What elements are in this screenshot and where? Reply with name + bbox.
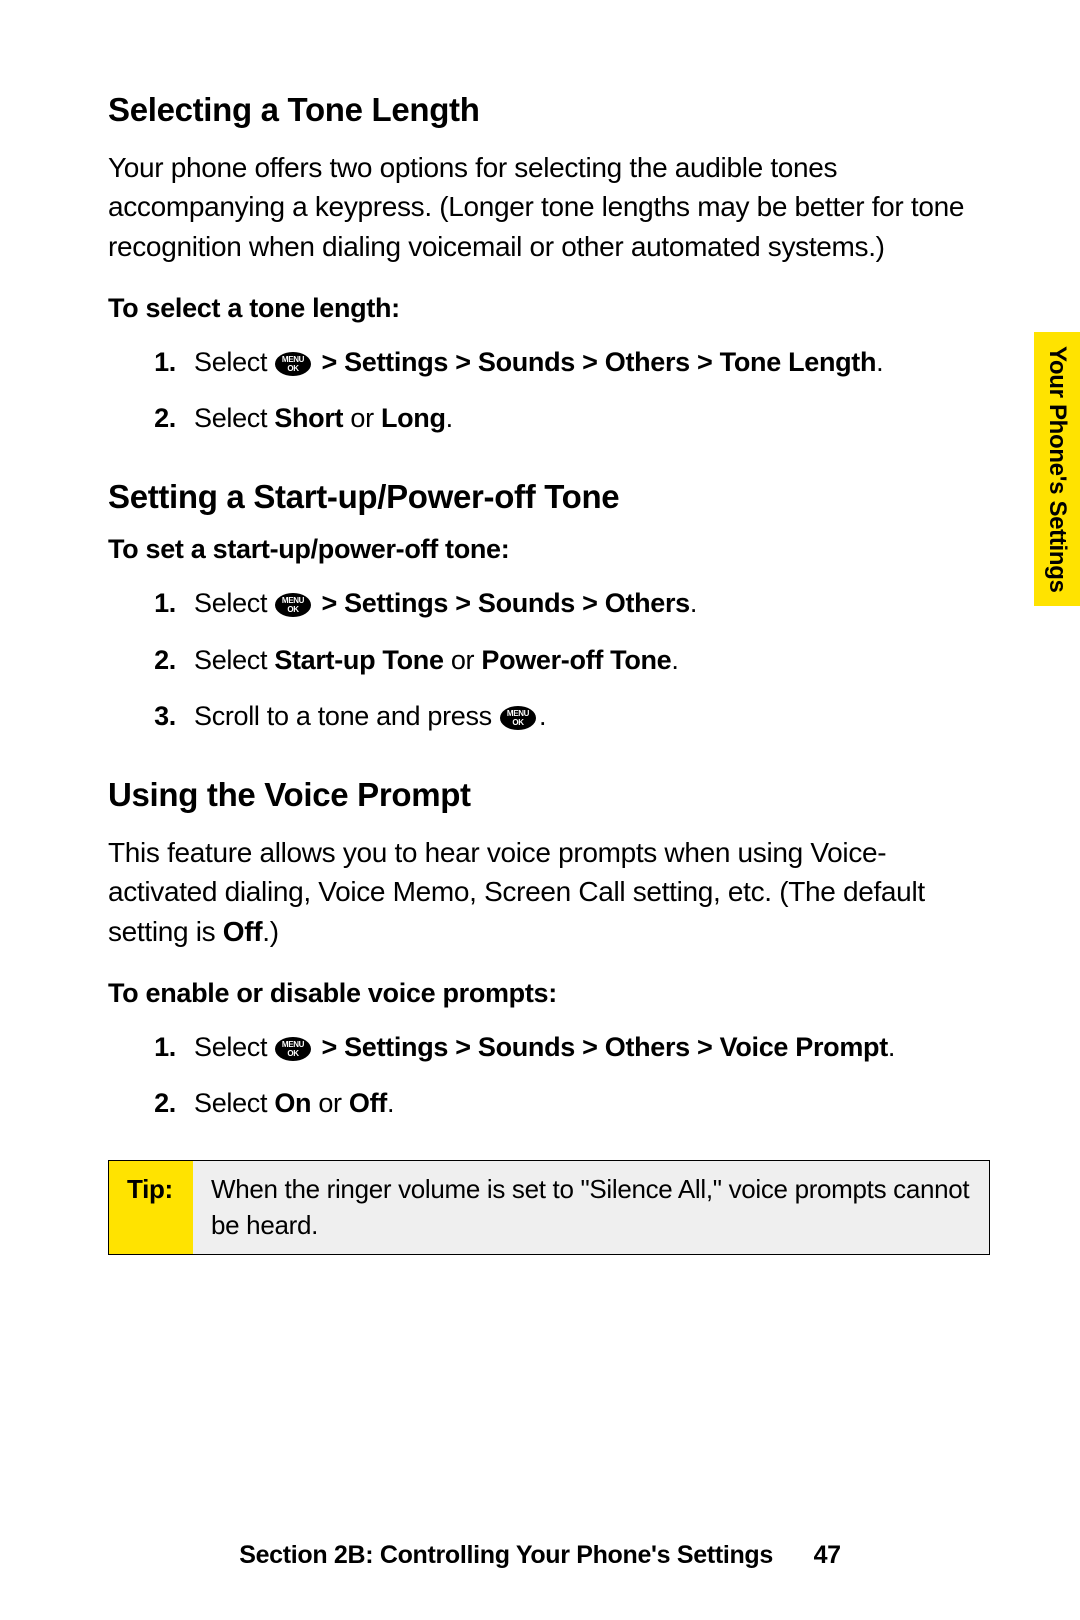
step-body: Select Short or Long. (194, 398, 990, 439)
heading-tone-length: Selecting a Tone Length (108, 90, 990, 130)
steps-tone-length: 1. Select MENUOK > Settings > Sounds > O… (108, 342, 990, 439)
steps-voice-prompt: 1. Select MENUOK > Settings > Sounds > O… (108, 1027, 990, 1124)
menu-ok-icon: MENUOK (274, 1036, 312, 1062)
page-footer: Section 2B: Controlling Your Phone's Set… (0, 1541, 1080, 1570)
menu-ok-icon: MENUOK (499, 705, 537, 731)
section-tab: Your Phone's Settings (1034, 332, 1080, 606)
step-number: 2. (108, 640, 194, 681)
step-body: Select MENUOK > Settings > Sounds > Othe… (194, 583, 990, 624)
para-voice-prompt: This feature allows you to hear voice pr… (108, 833, 990, 952)
step: 2. Select On or Off. (108, 1083, 990, 1124)
step-number: 1. (108, 583, 194, 624)
step: 1. Select MENUOK > Settings > Sounds > O… (108, 342, 990, 383)
step: 1. Select MENUOK > Settings > Sounds > O… (108, 583, 990, 624)
step-number: 2. (108, 1083, 194, 1124)
step: 1. Select MENUOK > Settings > Sounds > O… (108, 1027, 990, 1068)
menu-ok-icon: MENUOK (274, 592, 312, 618)
svg-text:MENU: MENU (282, 596, 305, 605)
tip-body: When the ringer volume is set to "Silenc… (193, 1161, 989, 1254)
step-number: 2. (108, 398, 194, 439)
menu-ok-icon: MENUOK (274, 351, 312, 377)
step: 3. Scroll to a tone and press MENUOK. (108, 696, 990, 737)
step-number: 1. (108, 342, 194, 383)
heading-startup-tone: Setting a Start-up/Power-off Tone (108, 477, 990, 517)
section-startup-tone: Setting a Start-up/Power-off Tone To set… (108, 477, 990, 737)
svg-text:OK: OK (288, 605, 300, 614)
para-tone-length: Your phone offers two options for select… (108, 148, 990, 267)
tip-box: Tip: When the ringer volume is set to "S… (108, 1160, 990, 1255)
svg-text:MENU: MENU (282, 1040, 305, 1049)
step: 2. Select Short or Long. (108, 398, 990, 439)
step-body: Select Start-up Tone or Power-off Tone. (194, 640, 990, 681)
step-body: Scroll to a tone and press MENUOK. (194, 696, 990, 737)
svg-text:MENU: MENU (507, 709, 530, 718)
step-number: 3. (108, 696, 194, 737)
step-body: Select On or Off. (194, 1083, 990, 1124)
manual-page: Selecting a Tone Length Your phone offer… (0, 0, 1080, 1620)
page-number: 47 (814, 1541, 841, 1570)
section-tab-label: Your Phone's Settings (1043, 346, 1071, 593)
sub-startup-tone: To set a start-up/power-off tone: (108, 534, 990, 565)
svg-text:OK: OK (288, 1049, 300, 1058)
step-body: Select MENUOK > Settings > Sounds > Othe… (194, 1027, 990, 1068)
svg-text:OK: OK (512, 718, 524, 727)
section-tone-length: Selecting a Tone Length Your phone offer… (108, 90, 990, 439)
heading-voice-prompt: Using the Voice Prompt (108, 775, 990, 815)
sub-voice-prompt: To enable or disable voice prompts: (108, 978, 990, 1009)
step-number: 1. (108, 1027, 194, 1068)
tip-label: Tip: (109, 1161, 193, 1254)
svg-text:OK: OK (288, 364, 300, 373)
step-body: Select MENUOK > Settings > Sounds > Othe… (194, 342, 990, 383)
footer-section: Section 2B: Controlling Your Phone's Set… (239, 1541, 773, 1569)
section-voice-prompt: Using the Voice Prompt This feature allo… (108, 775, 990, 1255)
svg-text:MENU: MENU (282, 355, 305, 364)
step: 2. Select Start-up Tone or Power-off Ton… (108, 640, 990, 681)
steps-startup-tone: 1. Select MENUOK > Settings > Sounds > O… (108, 583, 990, 737)
sub-tone-length: To select a tone length: (108, 293, 990, 324)
